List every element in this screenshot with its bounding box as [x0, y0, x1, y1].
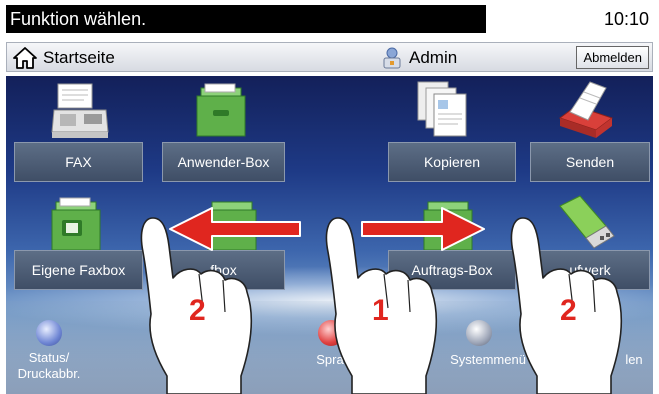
background-clouds: [6, 301, 653, 394]
tile-send[interactable]: Senden: [530, 142, 650, 182]
status-label-line1: Status/: [28, 350, 70, 365]
home-panel: FAX Anwender-Box Kopieren Senden Eigene …: [6, 76, 653, 394]
tile-box[interactable]: fbox: [162, 250, 285, 290]
clock: 10:10: [603, 9, 649, 29]
status-message: Funktion wählen.: [6, 5, 486, 33]
home-button[interactable]: Startseite: [13, 46, 115, 70]
status-button[interactable]: Status/ Druckabbr.: [6, 350, 92, 382]
home-icon: [13, 47, 37, 69]
send-icon: [558, 81, 614, 138]
step-number-right: 2: [560, 294, 577, 327]
user-icon: [383, 47, 401, 69]
fax-icon: [51, 83, 109, 138]
status-icon: [36, 320, 62, 346]
tile-job-box[interactable]: Auftrags-Box: [388, 250, 516, 290]
tile-copy[interactable]: Kopieren: [388, 142, 516, 182]
user-label: Admin: [409, 48, 458, 67]
status-label-line2: Druckabbr.: [17, 366, 81, 381]
logout-button[interactable]: Abmelden: [576, 46, 649, 69]
tile-own-faxbox[interactable]: Eigene Faxbox: [14, 250, 143, 290]
status-bar: Funktion wählen. 10:10: [0, 0, 659, 34]
header-bar: Startseite Admin Abmelden: [6, 42, 653, 72]
touch-screen: Funktion wählen. 10:10 Startseite Admin …: [0, 0, 659, 394]
language-button[interactable]: Spra: [300, 352, 360, 368]
bottom-item-4[interactable]: len: [616, 352, 652, 368]
tile-fax[interactable]: FAX: [14, 142, 143, 182]
user-indicator: Admin: [383, 46, 457, 70]
usb-drive-icon: [559, 195, 615, 249]
own-faxbox-icon: [51, 197, 101, 251]
user-box-icon: [196, 83, 246, 137]
tile-usb-drive[interactable]: ufwerk: [530, 250, 650, 290]
job-box-icon: [423, 201, 473, 251]
step-number-center: 1: [372, 294, 389, 327]
tile-user-box[interactable]: Anwender-Box: [162, 142, 285, 182]
language-icon: [318, 320, 344, 346]
step-number-left: 2: [189, 294, 206, 327]
system-menu-button[interactable]: Systemmenü: [438, 352, 538, 368]
system-menu-icon: [466, 320, 492, 346]
box-icon: [207, 201, 257, 251]
copy-icon: [417, 81, 467, 137]
home-label: Startseite: [43, 48, 115, 67]
